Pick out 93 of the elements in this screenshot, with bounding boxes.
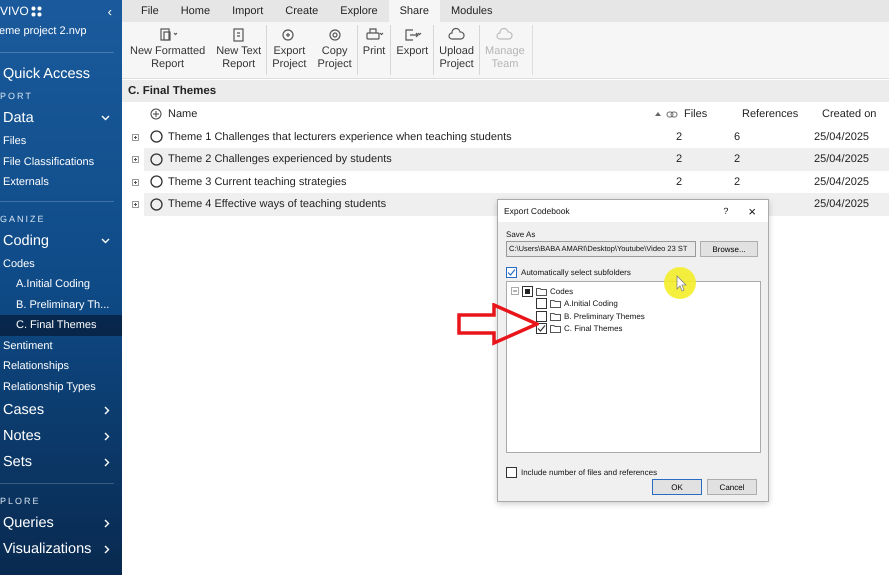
- nav-item[interactable]: C. Final Themes: [0, 315, 122, 336]
- nav-item[interactable]: File Classifications: [0, 152, 122, 172]
- node-header-icon: [150, 108, 162, 120]
- ribbon-button[interactable]: Print: [356, 25, 390, 75]
- table-cell: 2: [676, 153, 682, 166]
- checkbox[interactable]: [536, 298, 547, 310]
- nav-item[interactable]: Data: [0, 105, 122, 131]
- dots-logo-icon: [30, 6, 42, 16]
- folder-icon: [536, 286, 547, 296]
- save-as-label: Save As: [506, 230, 536, 239]
- table-cell: 25/04/2025: [814, 176, 870, 188]
- node-icon: [150, 175, 162, 188]
- ribbon-tab[interactable]: Create: [274, 0, 330, 22]
- ribbon-tab[interactable]: Explore: [329, 0, 389, 22]
- nav-item[interactable]: Files: [0, 131, 122, 152]
- node-icon: [150, 152, 162, 166]
- table-cell-text: Theme 1 Challenges that lecturers experience when teaching students: [168, 130, 513, 143]
- ok-button[interactable]: OK: [652, 479, 702, 495]
- ribbon-tab[interactable]: Home: [170, 0, 222, 22]
- section-label: PORT: [0, 90, 34, 103]
- table-cell: 25/04/2025: [814, 153, 870, 166]
- dialog-title: Export Codebook: [504, 206, 570, 216]
- table-cell: 2: [734, 176, 740, 188]
- checkbox-label: Include number of files and references: [521, 468, 658, 477]
- nav-item[interactable]: B. Preliminary Th...: [0, 294, 122, 315]
- link-icon: [666, 110, 678, 118]
- table-cell: 25/04/2025: [814, 130, 870, 143]
- nav-item[interactable]: A.Initial Coding: [0, 274, 122, 294]
- nav-item[interactable]: Visualizations: [0, 536, 122, 562]
- table-cell: 2: [676, 130, 682, 143]
- browse-button[interactable]: Browse...: [700, 241, 758, 257]
- column-header[interactable]: Created on: [822, 108, 876, 120]
- ribbon-button[interactable]: Copy Project: [312, 25, 357, 75]
- table-cell: 6: [734, 130, 740, 143]
- tree-item[interactable]: Codes: [550, 286, 574, 296]
- checkbox[interactable]: [506, 267, 517, 278]
- section-label: PLORE: [0, 495, 42, 508]
- ribbon-button[interactable]: Export: [390, 25, 434, 75]
- ribbon-tab[interactable]: Import: [221, 0, 274, 22]
- sort-ascending-icon[interactable]: [654, 111, 662, 118]
- checkbox[interactable]: [522, 286, 533, 297]
- collapse-button[interactable]: ‹: [108, 4, 112, 18]
- nav-item[interactable]: Externals: [0, 172, 122, 192]
- nav-item[interactable]: Codes: [0, 254, 122, 274]
- table-cell: 2: [676, 176, 682, 188]
- column-header[interactable]: Name: [168, 108, 654, 120]
- ribbon-button[interactable]: Upload Project: [433, 25, 480, 75]
- table-cell-text: Theme 2 Challenges experienced by students: [168, 153, 393, 166]
- column-header[interactable]: References: [742, 108, 822, 120]
- nav-item[interactable]: Relationships: [0, 356, 122, 376]
- expand-icon[interactable]: [132, 178, 139, 186]
- report-icon: [158, 27, 178, 43]
- nav-item[interactable]: Relationship Types: [0, 376, 122, 397]
- checkbox-label: Automatically select subfolders: [521, 268, 631, 277]
- close-button[interactable]: ×: [748, 204, 756, 218]
- expand-icon[interactable]: [132, 134, 139, 140]
- nav-item[interactable]: Coding: [0, 228, 122, 254]
- nav-item[interactable]: Sentiment: [0, 336, 122, 356]
- checkbox[interactable]: [536, 310, 547, 322]
- folder-icon: [550, 312, 561, 321]
- ribbon-button[interactable]: New Text Report: [210, 25, 266, 75]
- tree-item[interactable]: B. Preliminary Themes: [564, 312, 645, 321]
- view-title: C. Final Themes: [122, 80, 889, 102]
- checkbox[interactable]: [536, 323, 547, 334]
- nav-item[interactable]: Notes: [0, 423, 122, 449]
- expand-icon[interactable]: [132, 156, 139, 163]
- ribbon-button[interactable]: Export Project: [266, 25, 312, 75]
- section-label: GANIZE: [0, 212, 47, 226]
- node-icon: [150, 198, 162, 211]
- table-cell: 25/04/2025: [814, 198, 870, 210]
- ribbon-tab[interactable]: Modules: [440, 0, 504, 22]
- nav-item[interactable]: Sets: [0, 449, 122, 475]
- expand-icon[interactable]: [132, 201, 139, 208]
- help-button[interactable]: ?: [723, 206, 728, 216]
- column-header[interactable]: Files: [684, 108, 742, 120]
- collapse-icon[interactable]: [511, 287, 519, 296]
- folder-icon: [550, 299, 561, 308]
- table-cell-text: Theme 4 Effective ways of teaching students: [168, 198, 388, 210]
- folder-icon: [550, 324, 561, 334]
- checkbox[interactable]: [506, 467, 517, 478]
- nav-item[interactable]: Queries: [0, 510, 122, 536]
- nav-item[interactable]: Quick Access: [0, 61, 122, 87]
- ribbon-button[interactable]: New Formatted Report: [124, 25, 210, 75]
- node-icon: [150, 130, 162, 144]
- tree-item[interactable]: C. Final Themes: [564, 324, 623, 334]
- cancel-button[interactable]: Cancel: [707, 479, 757, 495]
- tree-item[interactable]: A.Initial Coding: [564, 299, 618, 308]
- table-cell: 2: [734, 153, 740, 166]
- table-cell-text: Theme 3 Current teaching strategies: [168, 176, 348, 188]
- app-title: VIVO: [0, 4, 29, 18]
- nav-item[interactable]: Cases: [0, 397, 122, 423]
- ribbon-tab[interactable]: File: [130, 0, 170, 22]
- ribbon-tab[interactable]: Share: [388, 0, 440, 22]
